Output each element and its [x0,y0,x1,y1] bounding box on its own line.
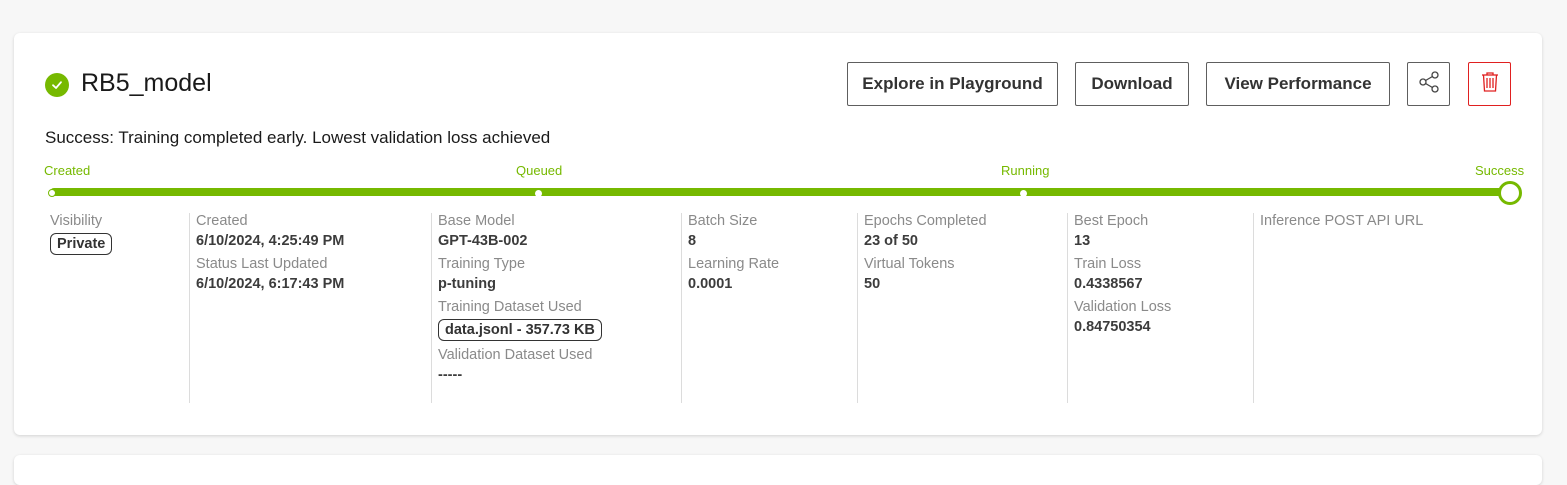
share-button[interactable] [1407,62,1450,106]
view-performance-button[interactable]: View Performance [1206,62,1390,106]
train-loss-label: Train Loss [1074,256,1142,272]
validation-loss-value: 0.84750354 [1074,319,1151,335]
base-model-value: GPT-43B-002 [438,233,528,249]
loss-column: Best Epoch 13 Train Loss 0.4338567 Valid… [1067,213,1253,403]
progress-track [50,188,1508,196]
trash-icon [1480,71,1500,98]
timestamps-column: Created 6/10/2024, 4:25:49 PM Status Las… [189,213,431,403]
best-epoch-label: Best Epoch [1074,213,1149,229]
validation-dataset-value: ----- [438,367,463,383]
progress-queued-dot [535,190,542,197]
inference-column: Inference POST API URL [1253,213,1523,403]
stage-running-label: Running [1001,163,1050,178]
share-icon [1417,70,1441,99]
status-message: Success: Training completed early. Lowes… [45,128,551,147]
virtual-tokens-value: 50 [864,276,881,292]
stage-queued-label: Queued [516,163,563,178]
progress-end-marker [1498,181,1522,205]
progress-start-dot [48,189,56,197]
best-epoch-value: 13 [1074,233,1091,249]
validation-loss-label: Validation Loss [1074,299,1172,315]
delete-button[interactable] [1468,62,1511,106]
batch-size-label: Batch Size [688,213,758,229]
training-dataset-label: Training Dataset Used [438,299,582,315]
created-label: Created [196,213,248,229]
next-card [14,455,1542,485]
visibility-label: Visibility [50,213,103,229]
training-type-value: p-tuning [438,276,496,292]
train-loss-value: 0.4338567 [1074,276,1143,292]
epochs-value: 23 of 50 [864,233,918,249]
validation-dataset-label: Validation Dataset Used [438,347,593,363]
stage-success-label: Success [1475,163,1525,178]
training-type-label: Training Type [438,256,526,272]
explore-in-playground-button[interactable]: Explore in Playground [847,62,1058,106]
learning-rate-label: Learning Rate [688,256,780,272]
model-column: Base Model GPT-43B-002 Training Type p-t… [431,213,682,403]
model-title: RB5_model [81,69,212,97]
hyperparams-column: Batch Size 8 Learning Rate 0.0001 [681,213,857,403]
virtual-tokens-label: Virtual Tokens [864,256,955,272]
model-card: RB5_model Explore in Playground Download… [14,33,1542,435]
visibility-column: Visibility Private [50,213,190,403]
download-button[interactable]: Download [1075,62,1189,106]
created-value: 6/10/2024, 4:25:49 PM [196,233,345,249]
batch-size-value: 8 [688,233,697,249]
check-circle-icon [45,73,69,97]
epochs-label: Epochs Completed [864,213,987,229]
epochs-column: Epochs Completed 23 of 50 Virtual Tokens… [857,213,1068,403]
training-dataset-chip[interactable]: data.jsonl - 357.73 KB [438,319,602,341]
inference-url-label: Inference POST API URL [1260,213,1424,229]
status-updated-label: Status Last Updated [196,256,328,272]
status-updated-value: 6/10/2024, 6:17:43 PM [196,276,345,292]
learning-rate-value: 0.0001 [688,276,733,292]
stage-created-label: Created [44,163,91,178]
visibility-badge: Private [50,233,113,255]
progress-running-dot [1020,190,1027,197]
base-model-label: Base Model [438,213,515,229]
